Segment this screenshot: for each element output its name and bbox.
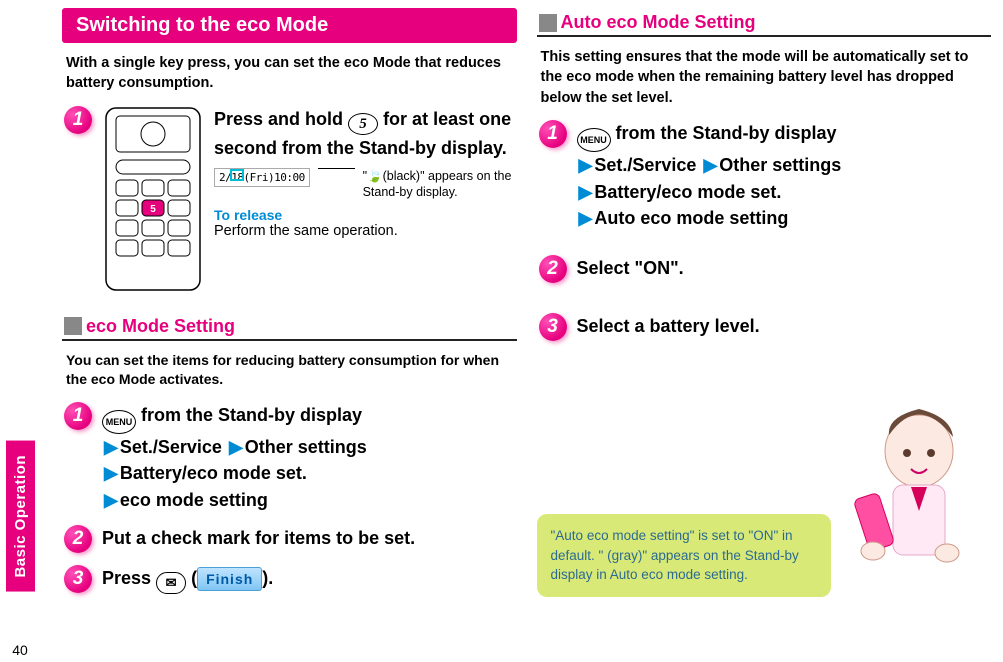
eco1-l1: from the Stand-by display — [141, 405, 362, 425]
eco-step3-badge: 3 — [64, 565, 92, 593]
menu-key-icon: MENU — [577, 128, 611, 152]
eco-step3-body: Press ✉ (Finish). — [102, 565, 515, 594]
step-1-press-hold: 1 5 — [62, 100, 517, 298]
eco1-l2b: Other settings — [245, 437, 367, 457]
auto-step3-badge: 3 — [539, 313, 567, 341]
tip-callout: "Auto eco mode setting" is set to "ON" i… — [537, 514, 832, 597]
eco-step2-text: Put a check mark for items to be set. — [102, 525, 515, 553]
arrow-icon: ▶ — [703, 155, 717, 175]
auto-step-3: 3 Select a battery level. — [537, 307, 992, 347]
eco-step-3: 3 Press ✉ (Finish). — [62, 559, 517, 600]
left-column: Switching to the eco Mode With a single … — [62, 8, 517, 654]
auto1-l4: Auto eco mode setting — [594, 208, 788, 228]
eco-step1-body: MENU from the Stand-by display ▶Set./Ser… — [102, 402, 515, 513]
standby-mini-screen: 2/18(Fri)10:00 — [214, 168, 310, 187]
title-bar-eco: Switching to the eco Mode — [62, 8, 517, 43]
eco-step1-badge: 1 — [64, 402, 92, 430]
page-number: 40 — [12, 642, 28, 658]
content-area: Switching to the eco Mode With a single … — [40, 0, 1003, 662]
side-tab: Basic Operation 40 — [0, 0, 40, 662]
phone-illustration: 5 — [102, 106, 204, 292]
step-badge-1: 1 — [64, 106, 92, 134]
callout-line-icon — [318, 168, 355, 169]
auto-step1-badge: 1 — [539, 120, 567, 148]
standby-screen-text: 2/18(Fri)10:00 — [214, 168, 310, 187]
eco3-text-c: ). — [262, 568, 273, 588]
eco3-text-a: Press — [102, 568, 156, 588]
eco1-l2a: Set./Service — [120, 437, 222, 457]
right-column: Auto eco Mode Setting This setting ensur… — [537, 8, 992, 654]
auto-step-2: 2 Select "ON". — [537, 249, 992, 289]
section-heading-auto-eco: Auto eco Mode Setting — [537, 8, 992, 37]
arrow-icon: ▶ — [579, 155, 593, 175]
auto1-l2b: Other settings — [719, 155, 841, 175]
callout-row: "Auto eco mode setting" is set to "ON" i… — [537, 387, 992, 597]
arrow-icon: ▶ — [104, 463, 118, 483]
eco-step-2: 2 Put a check mark for items to be set. — [62, 519, 517, 559]
auto-step-1: 1 MENU from the Stand-by display ▶Set./S… — [537, 114, 992, 237]
note-suffix: (black)" appears on the Stand-by display… — [363, 169, 512, 200]
eco-step2-badge: 2 — [64, 525, 92, 553]
auto-step3-text: Select a battery level. — [577, 313, 990, 341]
auto-step2-text: Select "ON". — [577, 255, 990, 283]
key-5-icon: 5 — [348, 113, 378, 135]
intro-left: With a single key press, you can set the… — [62, 43, 517, 100]
step1-instruction: Press and hold 5 for at least one second… — [214, 106, 515, 162]
menu-key-icon: MENU — [102, 410, 136, 434]
black-appears-note: "🍃(black)" appears on the Stand-by displ… — [363, 168, 515, 202]
phone-figure: 5 Press and hold 5 for at least one seco… — [102, 106, 515, 292]
eco1-l4: eco mode setting — [120, 490, 268, 510]
auto-intro: This setting ensures that the mode will … — [537, 37, 992, 114]
standby-note-row: 2/18(Fri)10:00 "🍃(black)" appears on the… — [214, 168, 515, 202]
mascot-illustration — [831, 387, 991, 597]
highlight-box-icon — [230, 169, 244, 181]
mail-key-icon: ✉ — [156, 572, 186, 594]
step1-text-a: Press and hold — [214, 109, 348, 129]
auto1-l3: Battery/eco mode set. — [594, 182, 781, 202]
section-marker-icon — [539, 14, 557, 32]
side-tab-label: Basic Operation — [6, 441, 35, 592]
section-marker-icon — [64, 317, 82, 335]
auto-step2-badge: 2 — [539, 255, 567, 283]
auto-step1-body: MENU from the Stand-by display ▶Set./Ser… — [577, 120, 990, 231]
arrow-icon: ▶ — [104, 490, 118, 510]
arrow-icon: ▶ — [104, 437, 118, 457]
eco1-l3: Battery/eco mode set. — [120, 463, 307, 483]
eco-step-1: 1 MENU from the Stand-by display ▶Set./S… — [62, 396, 517, 519]
section-heading-eco-mode-setting: eco Mode Setting — [62, 312, 517, 341]
leaf-icon: 🍃 — [367, 169, 383, 183]
to-release-text: Perform the same operation. — [214, 223, 515, 239]
page-root: Basic Operation 40 Switching to the eco … — [0, 0, 1003, 662]
eco-section-desc: You can set the items for reducing batte… — [62, 341, 517, 396]
to-release-heading: To release — [214, 207, 515, 223]
auto1-l1: from the Stand-by display — [616, 123, 837, 143]
arrow-icon: ▶ — [229, 437, 243, 457]
finish-softkey-label: Finish — [197, 567, 262, 591]
step1-body: Press and hold 5 for at least one second… — [214, 106, 515, 240]
auto1-l2a: Set./Service — [594, 155, 696, 175]
section-heading-auto-text: Auto eco Mode Setting — [561, 12, 756, 33]
section-heading-eco-text: eco Mode Setting — [86, 316, 235, 337]
arrow-icon: ▶ — [579, 208, 593, 228]
arrow-icon: ▶ — [579, 182, 593, 202]
svg-text:5: 5 — [150, 204, 156, 215]
